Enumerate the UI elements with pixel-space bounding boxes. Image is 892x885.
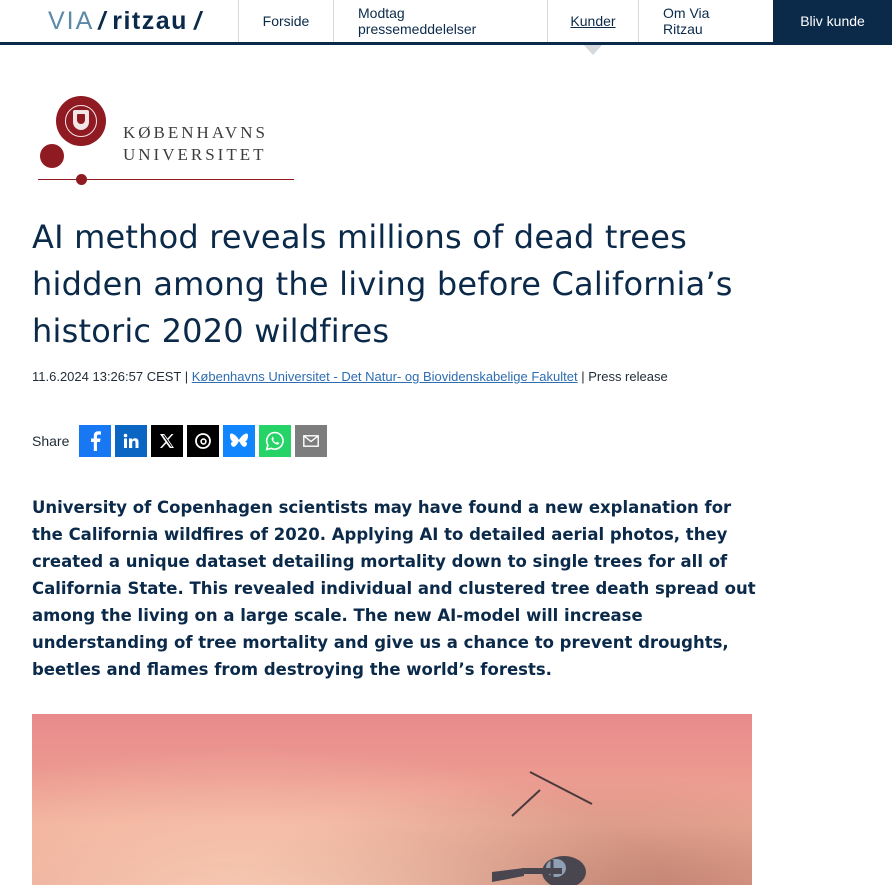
nav-item-label: Forside [262,13,310,29]
nav-item-label: Om Via Ritzau [663,5,710,37]
nav-item-kunder[interactable]: Kunder [547,0,638,55]
nav-item-om-via-ritzau[interactable]: Om Via Ritzau [638,0,773,42]
facebook-icon[interactable] [79,425,112,457]
linkedin-icon[interactable] [115,425,148,457]
nav-item-label: Modtag pressemeddelelser [358,5,477,37]
hero-image-wildfire-helicopter [32,714,752,885]
share-label: Share [32,433,70,449]
university-name-line2: UNIVERSITET [123,145,267,164]
article-meta: 11.6.2024 13:26:57 CEST | Københavns Uni… [32,369,752,385]
smoke-haze [32,714,752,885]
university-name: KØBENHAVNS UNIVERSITET [123,122,268,166]
nav-item-label: Kunder [570,13,616,29]
cta-label: Bliv kunde [800,13,865,29]
bluesky-icon[interactable] [223,425,256,457]
main-nav: Forside Modtag pressemeddelelser Kunder … [238,0,892,55]
publish-date: 11.6.2024 13:26:57 CEST [32,369,182,384]
logo-ritzau-text: ritzau [112,6,188,35]
share-bar: Share [32,425,331,457]
helicopter-graphic [492,771,593,885]
via-ritzau-logo[interactable]: VIA / ritzau / [48,6,202,36]
nav-item-modtag-pressemeddelelser[interactable]: Modtag pressemeddelelser [333,0,547,42]
meta-separator: | [181,369,192,384]
email-icon[interactable] [295,425,328,457]
nav-divider [0,42,892,45]
logo-via-text: VIA [48,6,95,35]
article-lead: University of Copenhagen scientists may … [32,498,756,679]
bliv-kunde-button[interactable]: Bliv kunde [773,0,892,42]
source-link[interactable]: Københavns Universitet - Det Natur- og B… [192,369,578,384]
university-seal-icon [56,96,106,146]
logo-dot-large [40,144,64,168]
university-name-line1: KØBENHAVNS [123,123,268,142]
university-logo[interactable]: KØBENHAVNS UNIVERSITET [36,96,298,188]
release-type: Press release [588,369,668,384]
logo-dot-small [76,174,87,185]
nav-item-forside[interactable]: Forside [238,0,333,42]
x-icon[interactable] [151,425,184,457]
article-title: AI method reveals millions of dead trees… [32,218,733,350]
meta-separator: | [577,369,589,384]
logo-slash-icon: / [98,6,107,35]
whatsapp-icon[interactable] [259,425,292,457]
logo-slash-icon: / [193,6,202,35]
threads-icon[interactable] [187,425,220,457]
top-navigation-bar: VIA / ritzau / Forside Modtag pressemedd… [0,0,892,55]
